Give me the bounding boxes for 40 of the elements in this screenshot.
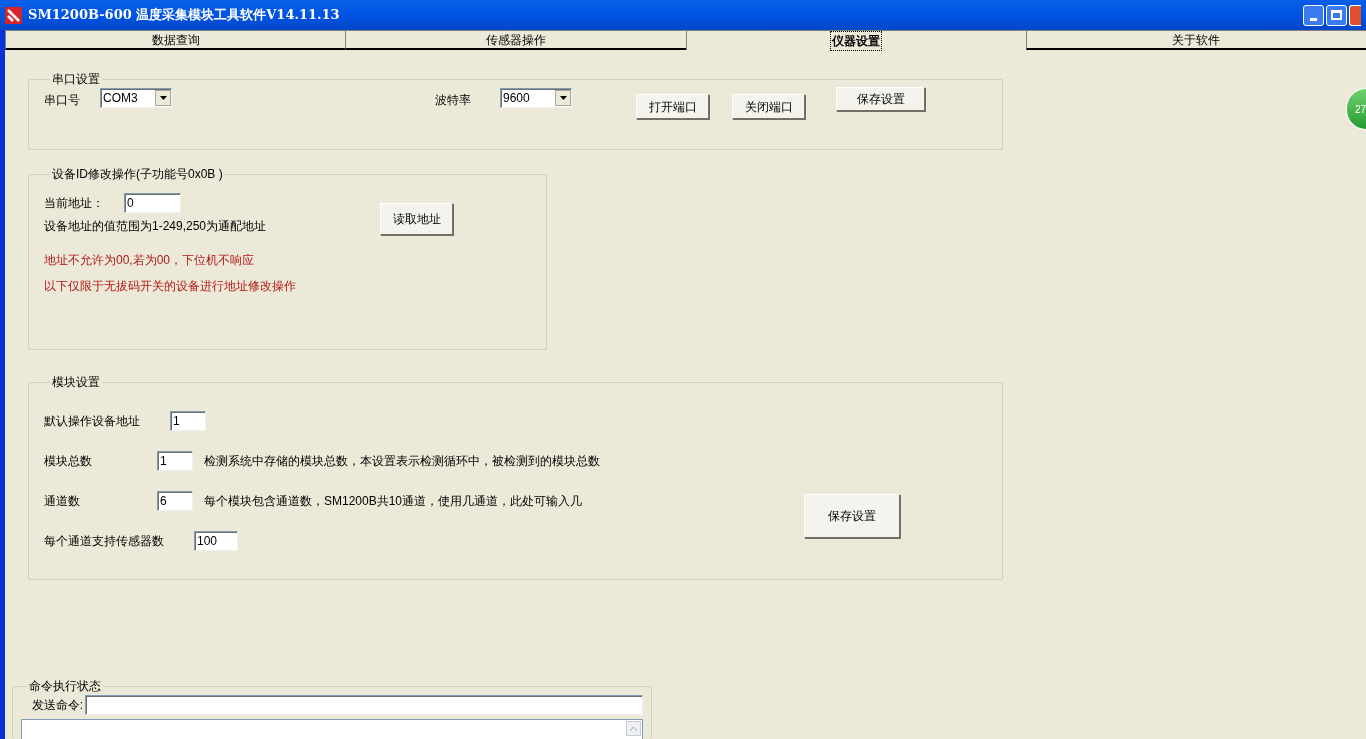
warning-text: 以下仅限于无拔码开关的设备进行地址修改操作 — [44, 278, 297, 295]
field-label: 每个通道支持传感器数 — [44, 533, 165, 550]
field-label: 波特率 — [435, 92, 472, 109]
read-address-button[interactable]: 读取地址 — [380, 203, 453, 235]
setting-input[interactable]: 1 — [157, 451, 193, 471]
save-settings-button[interactable]: 保存设置 — [804, 494, 900, 538]
maximize-button[interactable] — [1326, 4, 1347, 26]
tab[interactable]: 数据查询 — [5, 30, 346, 50]
action-button[interactable]: 保存设置 — [836, 87, 925, 111]
minimize-button[interactable] — [1303, 4, 1324, 26]
group-title: 模块设置 — [51, 374, 101, 391]
field-label: 发送命令: — [30, 697, 84, 714]
setting-note: 每个模块包含通道数，SM1200B共10通道，使用几通道，此处可输入几 — [204, 493, 583, 510]
field-label: 通道数 — [44, 493, 81, 510]
address-input[interactable]: 0 — [124, 193, 181, 213]
action-button[interactable]: 打开端口 — [636, 94, 709, 119]
field-label: 模块总数 — [44, 453, 93, 470]
action-button[interactable]: 关闭端口 — [732, 94, 805, 119]
warning-text: 地址不允许为00,若为00，下位机不响应 — [44, 252, 256, 269]
setting-input[interactable]: 6 — [157, 491, 193, 511]
app-logo-icon — [5, 6, 22, 24]
floating-badge: 27 — [1346, 88, 1366, 130]
group-title: 设备ID修改操作(子功能号0x0B ) — [51, 166, 224, 183]
group-title: 命令执行状态 — [28, 678, 102, 695]
tab[interactable]: 关于软件 — [1025, 30, 1366, 50]
field-label: 默认操作设备地址 — [44, 413, 141, 430]
setting-input[interactable]: 100 — [194, 531, 238, 551]
close-button[interactable] — [1349, 4, 1361, 26]
setting-input[interactable]: 1 — [170, 411, 206, 431]
command-input[interactable] — [85, 695, 643, 715]
tab[interactable]: 传感器操作 — [345, 30, 686, 50]
field-label: 串口号 — [44, 92, 81, 109]
tab[interactable]: 仪器设置 — [685, 30, 1026, 50]
baud-rate-dropdown[interactable]: 9600 — [500, 88, 572, 108]
window-title: SM1200B-600 温度采集模块工具软件V14.11.13 — [28, 6, 340, 25]
port-dropdown[interactable]: COM3 — [100, 88, 172, 108]
setting-note: 检测系统中存储的模块总数，本设置表示检测循环中，被检测到的模块总数 — [204, 453, 600, 470]
group-title: 串口设置 — [51, 71, 101, 88]
range-note: 设备地址的值范围为1-249,250为通配地址 — [44, 218, 268, 235]
field-label: 当前地址： — [44, 195, 105, 212]
